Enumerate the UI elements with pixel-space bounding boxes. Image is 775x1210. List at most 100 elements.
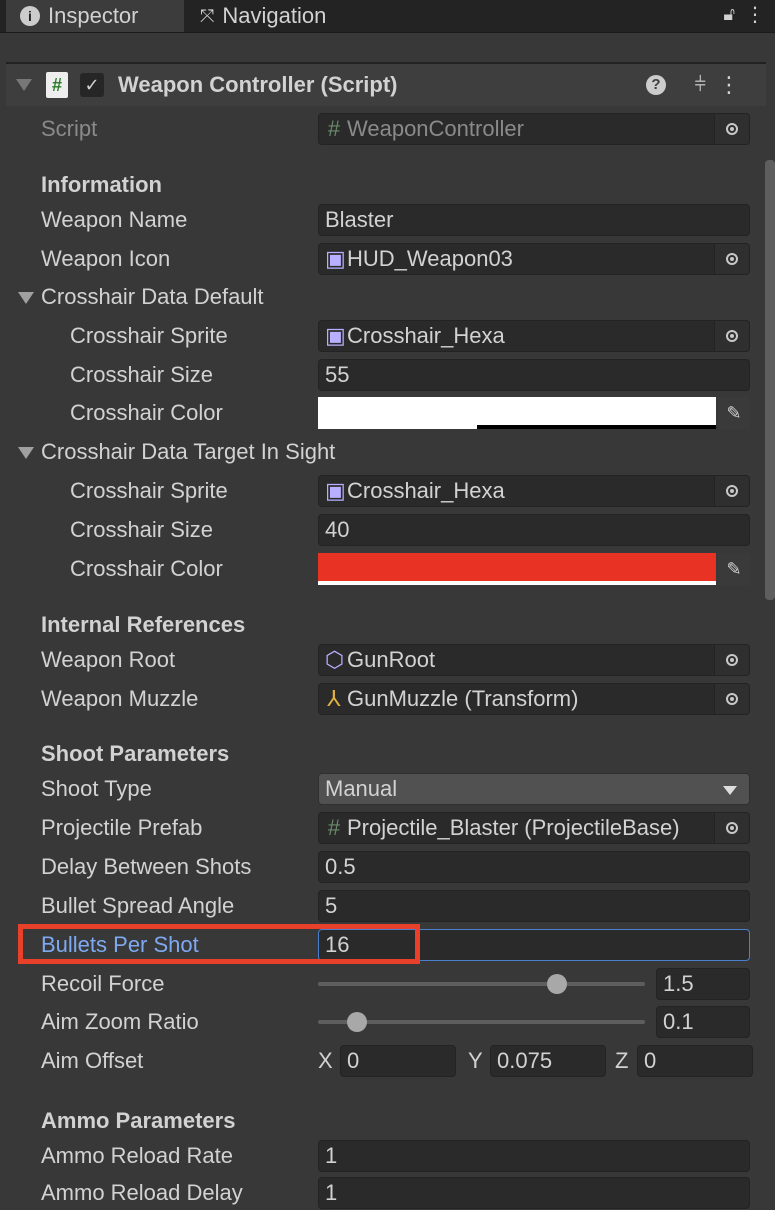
text-field[interactable]: 40 bbox=[318, 514, 750, 546]
axis-label-x: X bbox=[318, 1048, 333, 1073]
dropdown[interactable]: Manual bbox=[318, 773, 750, 805]
slider-track[interactable] bbox=[318, 1012, 645, 1032]
foldout-arrow-icon[interactable] bbox=[18, 292, 34, 304]
object-picker-icon[interactable] bbox=[714, 321, 749, 351]
tab-navigation[interactable]: ⤧ Navigation bbox=[200, 0, 326, 32]
property-row-bullet-spread-angle: Bullet Spread Angle 5 bbox=[6, 889, 766, 923]
slider-track[interactable] bbox=[318, 974, 645, 994]
alpha-bar bbox=[318, 581, 716, 585]
property-row-crosshair-sprite: Crosshair Sprite ▣Crosshair_Hexa bbox=[6, 319, 766, 353]
foldout-arrow-icon[interactable] bbox=[16, 79, 32, 91]
object-field[interactable]: ⅄ GunMuzzle (Transform) bbox=[318, 683, 750, 715]
property-row-ammo-reload-delay: Ammo Reload Delay 1 bbox=[6, 1176, 766, 1210]
text-field[interactable]: 1 bbox=[318, 1177, 750, 1209]
slider-value-field[interactable]: 1.5 bbox=[656, 968, 750, 1000]
alpha-bar bbox=[318, 425, 716, 429]
text-field[interactable]: Blaster bbox=[318, 204, 750, 236]
script-icon: # bbox=[327, 116, 341, 141]
script-icon: # bbox=[46, 72, 68, 98]
enabled-checkbox[interactable]: ✓ bbox=[80, 73, 104, 97]
more-icon[interactable]: ⋮ bbox=[745, 2, 765, 27]
lock-icon[interactable]: 🔓︎ bbox=[723, 4, 735, 25]
text-field[interactable]: 5 bbox=[318, 890, 750, 922]
text-field[interactable]: 55 bbox=[318, 359, 750, 391]
sprite-icon: ▣ bbox=[325, 478, 346, 503]
eyedropper-icon[interactable]: ✎ bbox=[718, 397, 750, 429]
color-field[interactable] bbox=[318, 553, 716, 585]
property-label: Weapon Root bbox=[41, 647, 176, 672]
vector-z-field[interactable]: 0 bbox=[637, 1045, 753, 1077]
component-header[interactable]: # ✓ Weapon Controller (Script) ? ⫩ ⋮ bbox=[6, 62, 766, 106]
property-row-crosshair-sprite: Crosshair Sprite ▣Crosshair_Hexa bbox=[6, 474, 766, 508]
sprite-icon: ▣ bbox=[325, 323, 346, 348]
property-label: Shoot Parameters bbox=[41, 741, 230, 766]
navigation-icon: ⤧ bbox=[200, 5, 215, 26]
object-picker-icon[interactable] bbox=[714, 645, 749, 675]
property-label: Crosshair Data Default bbox=[41, 284, 264, 309]
property-label: Crosshair Sprite bbox=[70, 323, 228, 348]
object-field[interactable]: ▣HUD_Weapon03 bbox=[318, 243, 750, 275]
property-row-crosshair-color: Crosshair Color ✎ bbox=[6, 552, 766, 586]
property-label: Weapon Icon bbox=[41, 246, 171, 271]
foldout-arrow-icon[interactable] bbox=[18, 447, 34, 459]
property-row-weapon-root: Weapon Root ⬡ GunRoot bbox=[6, 643, 766, 677]
gameobject-icon: ⬡ bbox=[325, 647, 345, 672]
vector-x-field[interactable]: 0 bbox=[340, 1045, 456, 1077]
object-value: GunRoot bbox=[347, 647, 436, 672]
property-label: Crosshair Size bbox=[70, 517, 214, 542]
property-row-delay-between-shots: Delay Between Shots 0.5 bbox=[6, 850, 766, 884]
presets-icon[interactable]: ⫩ bbox=[695, 74, 706, 97]
slider-knob[interactable] bbox=[546, 974, 567, 994]
object-picker-icon[interactable] bbox=[714, 114, 749, 144]
property-row-weapon-muzzle: Weapon Muzzle ⅄ GunMuzzle (Transform) bbox=[6, 682, 766, 716]
scrollbar[interactable] bbox=[765, 160, 775, 600]
property-row-crosshair-data-target-in-sight[interactable]: Crosshair Data Target In Sight bbox=[6, 435, 766, 469]
tab-label: Navigation bbox=[222, 3, 327, 28]
property-row-recoil-force: Recoil Force 1.5 bbox=[6, 967, 766, 1001]
color-field[interactable] bbox=[318, 397, 716, 429]
property-label: Aim Zoom Ratio bbox=[41, 1009, 199, 1034]
help-icon[interactable]: ? bbox=[646, 75, 666, 95]
sprite-icon: ▣ bbox=[325, 246, 346, 271]
slider-knob[interactable] bbox=[347, 1012, 368, 1032]
dropdown-value: Manual bbox=[325, 776, 398, 801]
object-value: WeaponController bbox=[347, 116, 524, 141]
axis-label-z: Z bbox=[615, 1048, 629, 1073]
eyedropper-icon[interactable]: ✎ bbox=[718, 553, 750, 585]
object-field[interactable]: # Projectile_Blaster (ProjectileBase) bbox=[318, 812, 750, 844]
property-label: Crosshair Data Target In Sight bbox=[41, 439, 336, 464]
object-field[interactable]: ▣Crosshair_Hexa bbox=[318, 475, 750, 507]
object-field[interactable]: # WeaponController bbox=[318, 113, 750, 145]
component-menu-icon[interactable]: ⋮ bbox=[718, 72, 740, 98]
property-row-script: Script # WeaponController bbox=[6, 112, 766, 146]
property-row-aim-offset: Aim Offset X 0 Y 0.075 Z 0 bbox=[6, 1044, 766, 1078]
property-row-projectile-prefab: Projectile Prefab # Projectile_Blaster (Pr… bbox=[6, 811, 766, 845]
property-label: Aim Offset bbox=[41, 1048, 144, 1073]
property-label: Shoot Type bbox=[41, 776, 152, 801]
component-title: Weapon Controller (Script) bbox=[118, 72, 398, 97]
tab-bar: i Inspector ⤧ Navigation 🔓︎ ⋮ bbox=[0, 0, 775, 33]
tab-inspector[interactable]: i Inspector bbox=[6, 0, 184, 32]
property-label: Crosshair Sprite bbox=[70, 478, 228, 503]
property-row-crosshair-color: Crosshair Color ✎ bbox=[6, 396, 766, 430]
property-row-aim-zoom-ratio: Aim Zoom Ratio 0.1 bbox=[6, 1005, 766, 1039]
section-header-ammo-parameters: Ammo Parameters bbox=[6, 1104, 766, 1138]
text-field[interactable]: 1 bbox=[318, 1140, 750, 1172]
property-row-bullets-per-shot: Bullets Per Shot 16 bbox=[6, 924, 766, 964]
object-field[interactable]: ▣Crosshair_Hexa bbox=[318, 320, 750, 352]
vector-y-field[interactable]: 0.075 bbox=[490, 1045, 606, 1077]
object-picker-icon[interactable] bbox=[714, 244, 749, 274]
property-label: Bullet Spread Angle bbox=[41, 893, 235, 918]
object-field[interactable]: ⬡ GunRoot bbox=[318, 644, 750, 676]
property-row-crosshair-size: Crosshair Size 40 bbox=[6, 513, 766, 547]
slider-value-field[interactable]: 0.1 bbox=[656, 1006, 750, 1038]
property-label: Weapon Muzzle bbox=[41, 686, 199, 711]
object-picker-icon[interactable] bbox=[714, 476, 749, 506]
object-picker-icon[interactable] bbox=[714, 684, 749, 714]
property-row-weapon-name: Weapon Name Blaster bbox=[6, 203, 766, 237]
object-picker-icon[interactable] bbox=[714, 813, 749, 843]
text-field[interactable]: 0.5 bbox=[318, 851, 750, 883]
property-row-crosshair-data-default[interactable]: Crosshair Data Default bbox=[6, 280, 766, 314]
property-row-weapon-icon: Weapon Icon ▣HUD_Weapon03 bbox=[6, 242, 766, 276]
property-label: Crosshair Size bbox=[70, 362, 214, 387]
